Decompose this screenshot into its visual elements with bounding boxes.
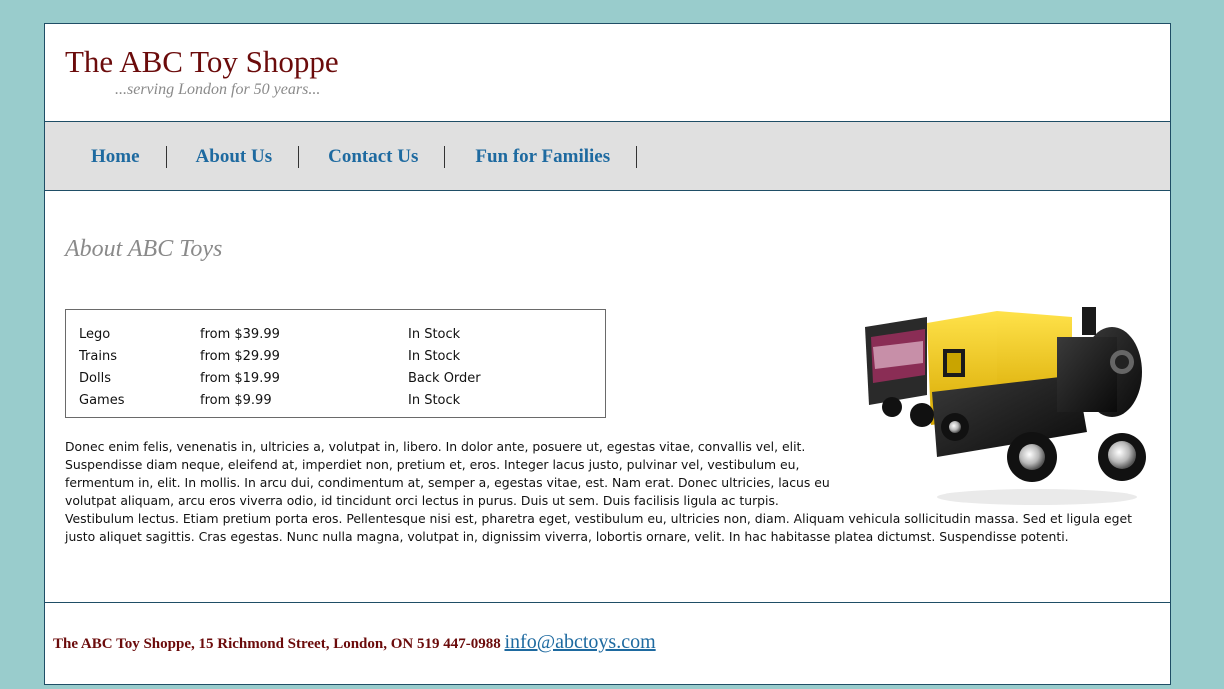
site-footer: The ABC Toy Shoppe, 15 Richmond Street, … <box>45 602 1170 685</box>
main-content: About ABC Toys Lego from $39.99 In Stock… <box>45 191 1170 601</box>
toy-name: Games <box>79 392 125 408</box>
toy-status: In Stock <box>408 348 461 364</box>
nav-item-fun-for-families[interactable]: Fun for Families <box>445 146 638 168</box>
toy-status: In Stock <box>408 326 461 342</box>
site-tagline: ...serving London for 50 years... <box>115 81 321 98</box>
footer-email-link[interactable]: info@abctoys.com <box>504 631 655 653</box>
page-heading: About ABC Toys <box>65 236 223 262</box>
toy-name: Lego <box>79 326 111 342</box>
footer-contact: The ABC Toy Shoppe, 15 Richmond Street, … <box>53 631 656 654</box>
toy-price: from $19.99 <box>200 370 280 386</box>
toy-status: Back Order <box>408 370 481 386</box>
toy-name: Trains <box>79 348 117 364</box>
site-header: The ABC Toy Shoppe ...serving London for… <box>45 24 1170 122</box>
nav-item-about-us[interactable]: About Us <box>167 146 300 168</box>
nav-item-home[interactable]: Home <box>91 146 167 168</box>
toy-price-table: Lego from $39.99 In Stock Trains from $2… <box>65 309 606 418</box>
image-float-space <box>847 438 1137 510</box>
table-row: Dolls from $19.99 Back Order <box>79 367 481 389</box>
table-row: Trains from $29.99 In Stock <box>79 345 481 367</box>
site-title: The ABC Toy Shoppe <box>65 44 339 79</box>
toy-price: from $39.99 <box>200 326 280 342</box>
nav-item-contact-us[interactable]: Contact Us <box>299 146 446 168</box>
about-paragraph: Donec enim felis, venenatis in, ultricie… <box>65 438 1137 546</box>
toy-price: from $29.99 <box>200 348 280 364</box>
table-row: Games from $9.99 In Stock <box>79 389 481 411</box>
footer-address: The ABC Toy Shoppe, 15 Richmond Street, … <box>53 636 501 652</box>
table-row: Lego from $39.99 In Stock <box>79 323 481 345</box>
page-container: The ABC Toy Shoppe ...serving London for… <box>44 23 1171 685</box>
toy-status: In Stock <box>408 392 461 408</box>
main-nav: Home About Us Contact Us Fun for Familie… <box>45 122 1170 191</box>
toy-name: Dolls <box>79 370 111 386</box>
toy-price: from $9.99 <box>200 392 272 408</box>
